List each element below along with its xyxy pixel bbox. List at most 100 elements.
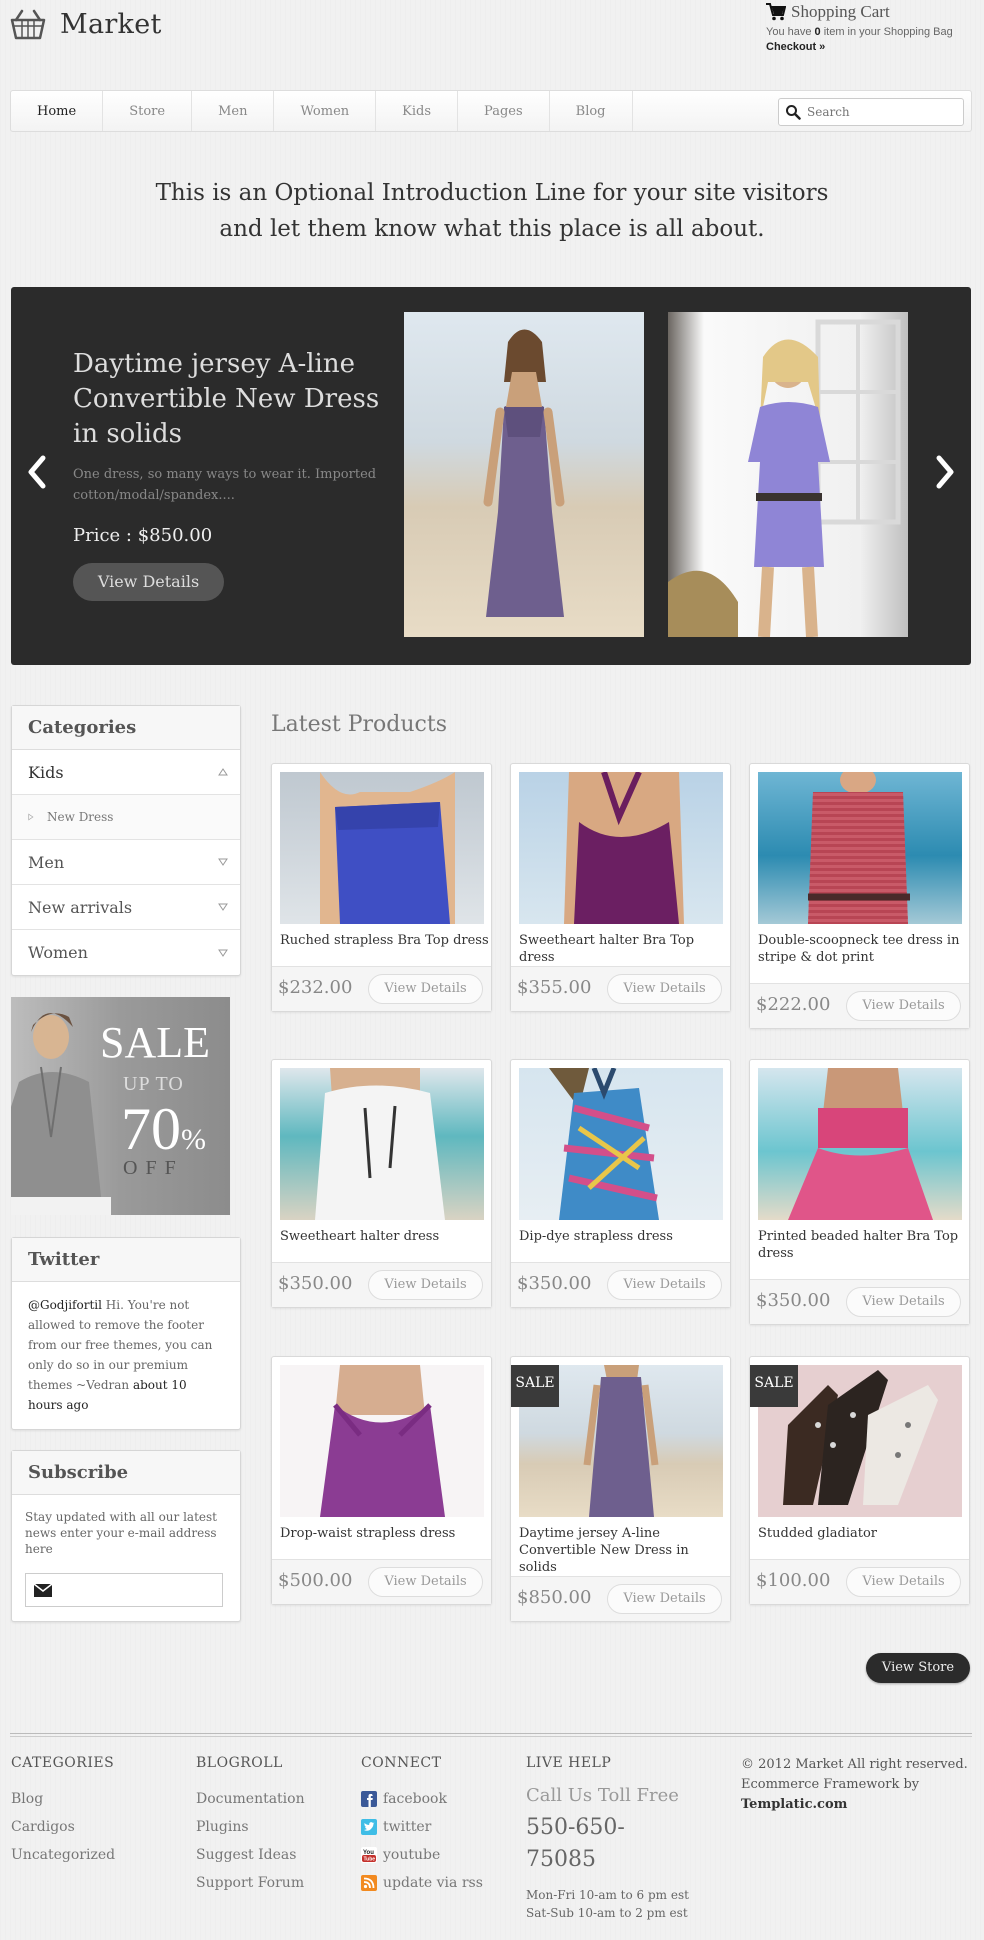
featured-slider: Daytime jersey A-line Convertible New Dr… <box>11 287 971 665</box>
connect-label: facebook <box>383 1791 447 1807</box>
footer-link[interactable]: Cardigos <box>11 1813 115 1841</box>
product-image[interactable] <box>758 1068 962 1220</box>
phone-number[interactable]: 550-650-75085 <box>526 1812 666 1876</box>
product-image[interactable] <box>758 772 962 924</box>
product-price: $100.00 <box>756 1570 831 1591</box>
view-details-button[interactable]: View Details <box>368 1567 483 1597</box>
view-details-button[interactable]: View Details <box>368 1270 483 1300</box>
product-card[interactable]: Drop-waist strapless dress $500.00 View D… <box>271 1356 492 1605</box>
connect-youtube[interactable]: You Tube youtube <box>361 1841 483 1869</box>
intro-line: This is an Optional Introduction Line fo… <box>0 175 984 247</box>
footer-link[interactable]: Plugins <box>196 1813 305 1841</box>
view-details-button[interactable]: View Details <box>846 1287 961 1317</box>
cart-title-row[interactable]: Shopping Cart <box>766 2 980 22</box>
product-card[interactable]: Printed beaded halter Bra Top dress $350… <box>749 1059 970 1325</box>
product-photo <box>549 1068 659 1220</box>
slider-next-arrow-icon[interactable] <box>933 452 957 492</box>
youtube-icon: YouTube <box>361 1847 377 1863</box>
slide-description: One dress, so many ways to wear it. Impo… <box>73 467 377 503</box>
product-name[interactable]: Sweetheart halter Bra Top dress <box>519 932 729 966</box>
view-details-button[interactable]: View Details <box>607 1584 722 1614</box>
view-details-button[interactable]: View Details <box>846 991 961 1021</box>
sale-badge: SALE <box>511 1365 559 1407</box>
connect-twitter[interactable]: twitter <box>361 1813 483 1841</box>
footer-link[interactable]: Uncategorized <box>11 1841 115 1869</box>
category-new-dress[interactable]: New Dress <box>12 795 240 840</box>
cart-summary: You have 0 item in your Shopping Bag <box>766 26 953 38</box>
product-image[interactable] <box>519 772 723 924</box>
product-card[interactable]: Dip-dye strapless dress $350.00 View Deta… <box>510 1059 731 1308</box>
slide-photo-dress-purple[interactable] <box>668 312 908 637</box>
product-card[interactable]: Double-scoopneck tee dress in stripe & d… <box>749 763 970 1029</box>
product-card[interactable]: SALE Studded gladiator $100.00 View Detai… <box>749 1356 970 1605</box>
view-details-button[interactable]: View Details <box>607 974 722 1004</box>
slide-photo-dress-beach[interactable] <box>404 312 644 637</box>
footer-link[interactable]: Documentation <box>196 1785 305 1813</box>
nav-store[interactable]: Store <box>103 91 193 131</box>
product-name[interactable]: Double-scoopneck tee dress in stripe & d… <box>758 932 968 966</box>
tweet-user[interactable]: @Godjifortil <box>28 1298 102 1312</box>
footer-blogroll: BLOGROLL Documentation Plugins Suggest I… <box>196 1755 305 1897</box>
footer-link[interactable]: Support Forum <box>196 1869 305 1897</box>
email-input[interactable] <box>60 1582 210 1598</box>
nav-blog[interactable]: Blog <box>550 91 633 131</box>
subscribe-text: Stay updated with all our latest news en… <box>25 1510 217 1556</box>
view-details-button[interactable]: View Details <box>607 1270 722 1300</box>
product-image[interactable] <box>280 772 484 924</box>
product-name[interactable]: Daytime jersey A-line Convertible New Dr… <box>519 1525 729 1576</box>
sale-up-to: UP TO <box>123 1073 184 1095</box>
nav-women[interactable]: Women <box>274 91 377 131</box>
svg-text:Tube: Tube <box>364 1857 376 1863</box>
search-box[interactable] <box>778 98 964 126</box>
product-card[interactable]: Ruched strapless Bra Top dress $232.00 Vi… <box>271 763 492 1012</box>
nav-pages[interactable]: Pages <box>458 91 550 131</box>
slide-view-details-button[interactable]: View Details <box>73 563 224 601</box>
chevron-right-icon <box>28 813 34 821</box>
view-details-button[interactable]: View Details <box>846 1567 961 1597</box>
envelope-icon <box>34 1583 52 1597</box>
product-card[interactable]: Sweetheart halter Bra Top dress $355.00 V… <box>510 763 731 1012</box>
product-name[interactable]: Ruched strapless Bra Top dress <box>280 932 490 949</box>
slide-text: Daytime jersey A-line Convertible New Dr… <box>73 347 383 601</box>
sale-banner[interactable]: SALE UP TO 70% OFF <box>11 997 230 1215</box>
product-name[interactable]: Sweetheart halter dress <box>280 1228 490 1245</box>
footer-divider <box>10 1733 972 1737</box>
nav-home[interactable]: Home <box>11 91 104 131</box>
footer-link[interactable]: Suggest Ideas <box>196 1841 305 1869</box>
product-card[interactable]: Sweetheart halter dress $350.00 View Deta… <box>271 1059 492 1308</box>
product-image[interactable] <box>280 1365 484 1517</box>
footer-connect: CONNECT facebook twitter You Tube youtube… <box>361 1755 483 1897</box>
product-card[interactable]: SALE Daytime jersey A-line Convertible N… <box>510 1356 731 1622</box>
footer-heading: BLOGROLL <box>196 1755 283 1771</box>
hours-weekday: Mon-Fri 10-am to 6 pm est <box>526 1888 689 1902</box>
product-name[interactable]: Studded gladiator <box>758 1525 968 1542</box>
connect-facebook[interactable]: facebook <box>361 1785 483 1813</box>
email-field[interactable] <box>25 1573 223 1607</box>
nav-kids[interactable]: Kids <box>376 91 459 131</box>
product-price: $350.00 <box>517 1273 592 1294</box>
main-nav: Home Store Men Women Kids Pages Blog <box>10 90 972 132</box>
footer-link[interactable]: Blog <box>11 1785 115 1813</box>
product-image[interactable] <box>519 1068 723 1220</box>
category-new-arrivals[interactable]: New arrivals <box>12 885 240 930</box>
category-men[interactable]: Men <box>12 840 240 885</box>
category-kids[interactable]: Kids <box>12 750 240 795</box>
site-logo[interactable]: Market <box>10 8 162 40</box>
product-price: $850.00 <box>517 1587 592 1608</box>
category-women[interactable]: Women <box>12 930 240 975</box>
product-name[interactable]: Printed beaded halter Bra Top dress <box>758 1228 968 1262</box>
intro-line-1: This is an Optional Introduction Line fo… <box>155 180 829 206</box>
sale-label: SALE <box>100 1018 210 1067</box>
templatic-link[interactable]: Templatic.com <box>741 1797 847 1812</box>
nav-men[interactable]: Men <box>192 91 275 131</box>
product-name[interactable]: Drop-waist strapless dress <box>280 1525 490 1542</box>
product-image[interactable] <box>280 1068 484 1220</box>
connect-rss[interactable]: update via rss <box>361 1869 483 1897</box>
product-name[interactable]: Dip-dye strapless dress <box>519 1228 729 1245</box>
connect-label: update via rss <box>383 1875 483 1891</box>
view-store-button[interactable]: View Store <box>866 1653 970 1683</box>
slider-prev-arrow-icon[interactable] <box>25 452 49 492</box>
view-details-button[interactable]: View Details <box>368 974 483 1004</box>
search-input[interactable] <box>807 105 947 119</box>
checkout-link[interactable]: Checkout » <box>766 41 980 53</box>
